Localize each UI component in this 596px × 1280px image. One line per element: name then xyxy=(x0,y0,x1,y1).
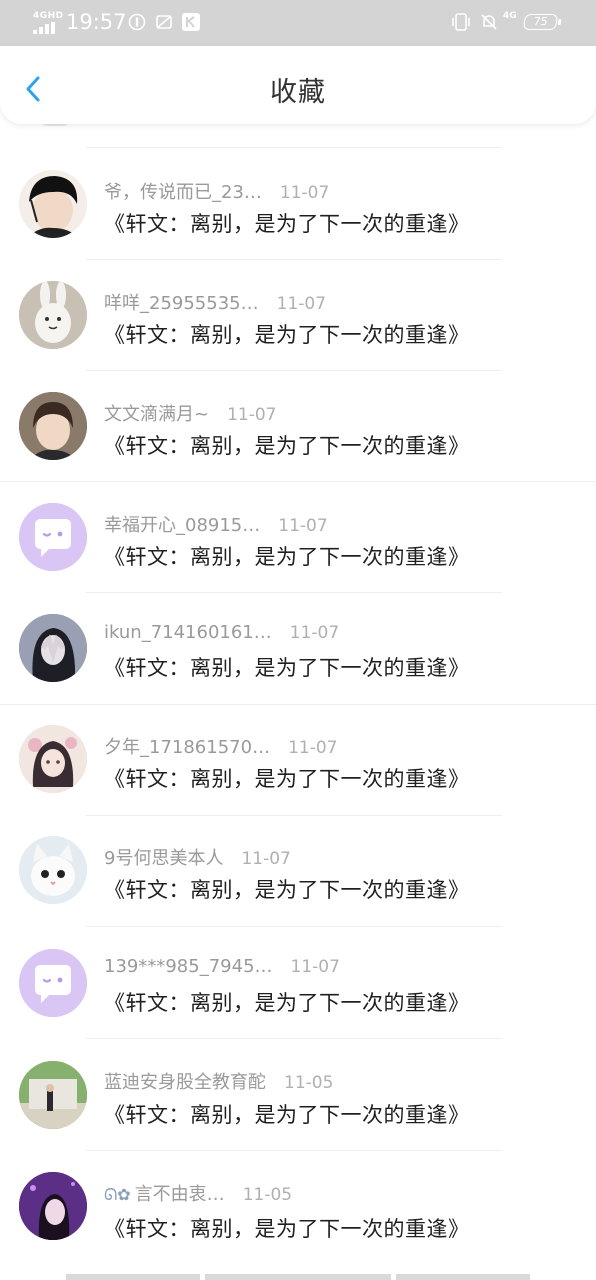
header: 收藏 xyxy=(0,46,596,124)
divider xyxy=(86,815,502,816)
status-bar: 4GHD 19:57 4G 75 xyxy=(0,0,596,46)
decorative-name-prefix: ᘏ✿ xyxy=(104,1185,131,1204)
user-name[interactable]: 爷，传说而已_23… xyxy=(104,182,262,203)
avatar[interactable] xyxy=(19,725,87,793)
user-name[interactable]: 9号何思美本人 xyxy=(104,848,223,869)
divider xyxy=(0,481,596,482)
divider xyxy=(86,926,502,927)
list-item[interactable]: 蓝迪安身股全教育酡 11-05 《轩文：离别，是为了下一次的重逢》 xyxy=(0,1013,596,1129)
item-meta: 幸福开心_08915… 11-07 xyxy=(104,511,328,537)
item-meta: ᘏ✿ 言不由衷… 11-05 xyxy=(104,1180,292,1206)
item-meta: 咩咩_25955535… 11-07 xyxy=(104,289,326,315)
page-title: 收藏 xyxy=(270,77,326,108)
divider xyxy=(86,259,502,260)
divider xyxy=(86,592,502,593)
user-name[interactable]: 咩咩_25955535… xyxy=(104,293,259,314)
avatar[interactable] xyxy=(19,1061,87,1129)
list-item[interactable]: 幸福开心_08915… 11-07 《轩文：离别，是为了下一次的重逢》 xyxy=(0,457,596,571)
network-type: 4GHD xyxy=(33,11,64,21)
item-date: 11-07 xyxy=(278,516,328,536)
signal-icon xyxy=(33,22,59,34)
item-meta: 夕年_171861570… 11-07 xyxy=(104,733,337,759)
list-item[interactable]: 夕年_171861570… 11-07 《轩文：离别，是为了下一次的重逢》 xyxy=(0,679,596,793)
item-meta: 9号何思美本人 11-07 xyxy=(104,844,291,870)
item-title[interactable]: 《轩文：离别，是为了下一次的重逢》 xyxy=(104,1213,470,1243)
hd-call-icon xyxy=(128,13,146,31)
item-date: 11-07 xyxy=(279,183,330,203)
divider xyxy=(86,1150,502,1151)
item-meta: ikun_714160161… 11-07 xyxy=(104,622,339,643)
divider xyxy=(0,704,596,705)
bottom-bar-segment xyxy=(66,1274,200,1280)
bottom-bar-segment xyxy=(396,1274,530,1280)
item-title[interactable]: 《轩文：离别，是为了下一次的重逢》 xyxy=(104,430,470,460)
white-kitten-avatar xyxy=(19,836,87,904)
battery-icon: 75 xyxy=(522,14,559,30)
app-k-icon xyxy=(182,13,200,31)
user-name[interactable]: 文文滴满月~ xyxy=(104,404,209,425)
item-date: 11-05 xyxy=(284,1073,334,1093)
item-title[interactable]: 《轩文：离别，是为了下一次的重逢》 xyxy=(104,319,470,349)
boy-with-earphones-avatar xyxy=(19,170,87,238)
avatar[interactable] xyxy=(19,503,87,571)
user-name[interactable]: 幸福开心_08915… xyxy=(104,515,260,536)
item-title[interactable]: 《轩文：离别，是为了下一次的重逢》 xyxy=(104,763,470,793)
avatar[interactable] xyxy=(19,614,87,682)
battery-level: 75 xyxy=(532,15,549,28)
anime-girl-avatar xyxy=(19,725,87,793)
item-title[interactable]: 《轩文：离别，是为了下一次的重逢》 xyxy=(104,208,470,238)
list-item[interactable]: 文文滴满月~ 11-07 《轩文：离别，是为了下一次的重逢》 xyxy=(0,346,596,460)
divider xyxy=(86,147,502,148)
outdoor-photo-avatar xyxy=(19,1061,87,1129)
avatar[interactable] xyxy=(19,949,87,1017)
divider xyxy=(86,1038,502,1039)
default-chat-avatar xyxy=(19,949,87,1017)
list-item[interactable]: 139***985_7945… 11-07 《轩文：离别，是为了下一次的重逢》 xyxy=(0,901,596,1017)
item-date: 11-07 xyxy=(289,623,340,643)
item-date: 11-07 xyxy=(288,738,338,758)
no-sim-icon xyxy=(156,15,172,29)
avatar[interactable] xyxy=(19,170,87,238)
user-name[interactable]: 蓝迪安身股全教育酡 xyxy=(104,1072,266,1093)
item-date: 11-07 xyxy=(241,849,291,869)
item-title[interactable]: 《轩文：离别，是为了下一次的重逢》 xyxy=(104,652,470,682)
girl-purple-light-avatar xyxy=(19,1172,87,1240)
list-item[interactable]: ikun_714160161… 11-07 《轩文：离别，是为了下一次的重逢》 xyxy=(0,568,596,682)
item-date: 11-05 xyxy=(242,1185,293,1205)
avatar[interactable] xyxy=(19,836,87,904)
mobile-data-label: 4G xyxy=(503,11,517,21)
status-time: 19:57 xyxy=(66,10,127,34)
white-plush-toy-avatar xyxy=(19,281,87,349)
item-meta: 蓝迪安身股全教育酡 11-05 xyxy=(104,1068,333,1094)
default-chat-avatar xyxy=(19,503,87,571)
avatar[interactable] xyxy=(19,281,87,349)
user-name[interactable]: 139***985_7945… xyxy=(104,956,273,977)
vibrate-icon xyxy=(452,13,470,31)
item-date: 11-07 xyxy=(227,405,277,425)
user-name[interactable]: ikun_714160161… xyxy=(104,622,272,643)
avatar[interactable] xyxy=(19,1172,87,1240)
divider xyxy=(86,370,502,371)
user-name[interactable]: 言不由衷… xyxy=(135,1184,225,1205)
user-name[interactable]: 夕年_171861570… xyxy=(104,737,270,758)
bottom-bar-segment xyxy=(205,1274,391,1280)
item-date: 11-07 xyxy=(276,294,327,314)
item-title[interactable]: 《轩文：离别，是为了下一次的重逢》 xyxy=(104,541,470,571)
item-date: 11-07 xyxy=(290,957,340,977)
list-item[interactable]: 咩咩_25955535… 11-07 《轩文：离别，是为了下一次的重逢》 xyxy=(0,235,596,349)
item-meta: 文文滴满月~ 11-07 xyxy=(104,400,277,426)
avatar[interactable] xyxy=(19,392,87,460)
item-meta: 139***985_7945… 11-07 xyxy=(104,956,340,977)
list-item[interactable]: ᘏ✿ 言不由衷… 11-05 《轩文：离别，是为了下一次的重逢》 xyxy=(0,1124,596,1241)
mute-bell-icon xyxy=(481,14,497,30)
item-title[interactable]: 《轩文：离别，是为了下一次的重逢》 xyxy=(104,874,470,904)
boy-portrait-avatar xyxy=(19,392,87,460)
item-meta: 爷，传说而已_23… 11-07 xyxy=(104,178,329,204)
list-item[interactable]: 9号何思美本人 11-07 《轩文：离别，是为了下一次的重逢》 xyxy=(0,790,596,904)
girl-covering-face-avatar xyxy=(19,614,87,682)
list-item[interactable]: 爷，传说而已_23… 11-07 《轩文：离别，是为了下一次的重逢》 xyxy=(0,124,596,238)
